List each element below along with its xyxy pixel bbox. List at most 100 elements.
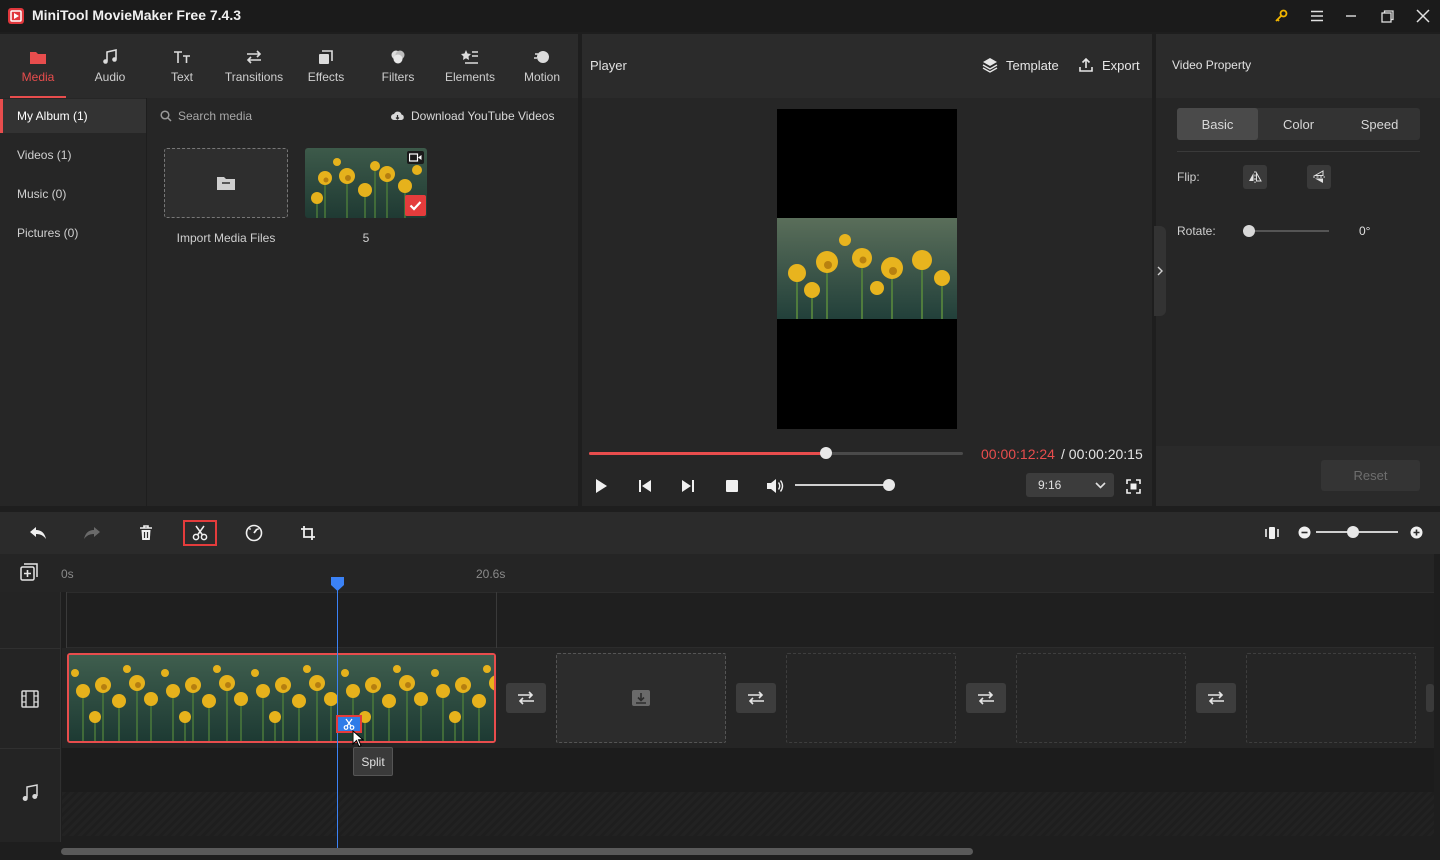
next-frame-icon[interactable] [678,476,698,496]
tab-text[interactable]: Text [146,34,218,98]
tab-transitions-label: Transitions [224,69,284,84]
tab-motion[interactable]: Motion [506,34,578,98]
tab-transitions[interactable]: Transitions [218,34,290,98]
download-youtube-button[interactable]: Download YouTube Videos [390,107,554,125]
tab-filters[interactable]: Filters [362,34,434,98]
sidebar-item-videos[interactable]: Videos (1) [0,138,146,172]
tab-color[interactable]: Color [1258,108,1339,140]
scissors-icon [343,718,355,730]
timeline-ruler[interactable] [0,554,1434,592]
tab-media[interactable]: Media [2,34,74,98]
scissors-icon [192,525,208,541]
split-tooltip: Split [353,747,393,776]
sidebar-item-my-album[interactable]: My Album (1) [0,99,146,133]
stop-icon[interactable] [722,476,742,496]
chevron-down-icon [1095,481,1106,489]
collapse-panel-button[interactable] [1154,226,1166,316]
tab-basic[interactable]: Basic [1177,108,1258,140]
tab-filters-label: Filters [381,69,415,84]
text-icon [174,50,190,63]
playback-progress-handle[interactable] [820,447,832,459]
playhead-handle[interactable] [331,577,344,591]
crop-icon[interactable] [293,520,323,546]
flip-label: Flip: [1177,170,1200,184]
video-clip[interactable] [67,653,496,743]
add-track-icon[interactable] [20,563,38,581]
total-time: / 00:00:20:15 [1061,446,1143,462]
zoom-slider-handle[interactable] [1347,526,1359,538]
ruler-start-label: 0s [61,567,74,581]
split-tool-button[interactable] [183,520,217,546]
zoom-in-icon[interactable] [1410,526,1423,539]
volume-icon[interactable] [765,476,785,496]
volume-slider[interactable] [795,484,889,486]
transition-icon [748,691,764,705]
horizontal-scrollbar[interactable] [61,848,973,855]
search-icon [160,110,172,122]
effects-icon [319,49,333,64]
video-badge-icon [407,151,424,164]
filters-icon [391,50,405,63]
track-divider [0,648,61,649]
aspect-ratio-select[interactable]: 9:16 [1026,473,1114,497]
rotate-value: 0° [1359,224,1371,238]
maximize-icon[interactable] [1373,4,1401,28]
current-time: 00:00:12:24 [981,446,1055,462]
ruler-end-label: 20.6s [476,567,506,581]
zoom-out-icon[interactable] [1298,526,1311,539]
search-input[interactable]: Search media [160,107,252,125]
speed-icon[interactable] [239,520,269,546]
video-property-title: Video Property [1172,58,1252,72]
delete-icon[interactable] [131,520,161,546]
video-track-icon [21,690,39,708]
tab-effects[interactable]: Effects [290,34,362,98]
chevron-right-icon [1157,266,1163,276]
tab-text-label: Text [170,69,193,84]
fit-timeline-icon[interactable] [1257,520,1287,546]
flip-horizontal-button[interactable] [1243,165,1267,189]
audio-track-pattern [62,792,1434,836]
transition-slot-button[interactable] [1196,683,1236,713]
redo-icon[interactable] [77,520,107,546]
template-button[interactable]: Template [982,57,1059,73]
clip-slot[interactable] [1016,653,1186,743]
player-header [582,34,1152,98]
export-button[interactable]: Export [1078,57,1140,73]
clip-slot[interactable] [1246,653,1416,743]
tab-elements[interactable]: Elements [434,34,506,98]
transition-slot-button[interactable] [736,683,776,713]
undo-icon[interactable] [23,520,53,546]
video-property-panel [1156,34,1440,506]
reset-button[interactable]: Reset [1321,460,1420,491]
flip-vertical-button[interactable] [1307,165,1331,189]
clip-slot[interactable] [786,653,956,743]
rotate-slider-handle[interactable] [1243,225,1255,237]
sidebar-item-music[interactable]: Music (0) [0,177,146,211]
clip-drop-slot[interactable] [556,653,726,743]
close-icon[interactable] [1409,4,1437,28]
sidebar-item-pictures[interactable]: Pictures (0) [0,216,146,250]
transitions-icon [246,49,262,64]
transition-slot-button[interactable] [506,683,546,713]
app-logo-icon [8,8,24,24]
previous-frame-icon[interactable] [635,476,655,496]
drop-here-icon [632,690,650,706]
layers-icon [982,58,998,73]
play-icon[interactable] [591,476,611,496]
tab-audio-label: Audio [94,69,126,84]
tab-audio[interactable]: Audio [74,34,146,98]
key-icon[interactable] [1267,4,1295,28]
menu-icon[interactable] [1303,4,1331,28]
aspect-ratio-value: 9:16 [1038,478,1062,492]
import-media-button[interactable] [164,148,288,218]
media-folder-icon [30,51,46,64]
minimize-icon[interactable] [1337,4,1365,28]
vertical-scroll-handle[interactable] [1426,684,1434,712]
volume-slider-handle[interactable] [883,479,895,491]
transition-icon [1208,691,1224,705]
rotate-slider[interactable] [1249,230,1329,232]
fullscreen-icon[interactable] [1123,476,1143,496]
tab-speed[interactable]: Speed [1339,108,1420,140]
transition-slot-button[interactable] [966,683,1006,713]
media-item-label: 5 [362,231,370,245]
